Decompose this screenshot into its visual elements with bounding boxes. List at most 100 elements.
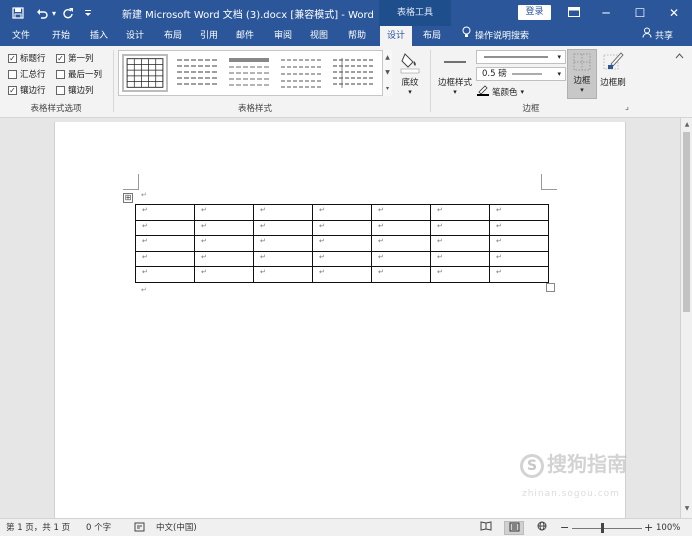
table-cell[interactable]: ↵ [489, 235, 549, 252]
last-column-checkbox[interactable]: 最后一列 [56, 68, 102, 80]
table-cell[interactable]: ↵ [135, 235, 195, 252]
word-count[interactable]: 0 个字 [86, 519, 111, 536]
table-cell[interactable]: ↵ [312, 219, 372, 236]
scroll-up-icon[interactable]: ▲ [681, 120, 692, 130]
table-cell[interactable]: ↵ [430, 235, 490, 252]
gallery-up-icon[interactable]: ▲ [385, 54, 390, 61]
tab-table-layout[interactable]: 布局 [416, 26, 448, 46]
zoom-level[interactable]: 100% [656, 519, 680, 536]
table-move-handle-icon[interactable]: ⊞ [123, 193, 133, 203]
language[interactable]: 中文(中国) [156, 519, 197, 536]
table-cell[interactable]: ↵ [430, 266, 490, 283]
scroll-down-icon[interactable]: ▼ [681, 504, 692, 514]
tab-table-design[interactable]: 设计 [380, 26, 412, 46]
vertical-scrollbar[interactable]: ▲ ▼ [680, 118, 692, 518]
table-resize-handle[interactable] [546, 283, 555, 292]
table-cell[interactable]: ↵ [312, 266, 372, 283]
zoom-out-button[interactable]: − [560, 519, 569, 536]
banded-rows-checkbox[interactable]: ✓ 镶边行 [8, 84, 46, 96]
ribbon-display-options-icon[interactable] [558, 0, 590, 26]
table-style-plain-3[interactable] [278, 54, 324, 92]
tab-mailings[interactable]: 邮件 [228, 26, 262, 46]
tab-home[interactable]: 开始 [44, 26, 78, 46]
proofing-icon[interactable] [134, 519, 146, 536]
collapse-ribbon-icon[interactable] [672, 52, 686, 61]
table-cell[interactable]: ↵ [489, 250, 549, 267]
gallery-scroll[interactable]: ▲ ▼ ▾ [382, 50, 392, 96]
table-cell[interactable]: ↵ [194, 250, 254, 267]
table-cell[interactable]: ↵ [430, 219, 490, 236]
table-cell[interactable]: ↵ [135, 219, 195, 236]
zoom-in-button[interactable]: + [644, 519, 653, 536]
tab-view[interactable]: 视图 [302, 26, 336, 46]
document-table[interactable]: ↵ ↵ ↵ ↵ ↵ ↵ ↵ ↵ ↵ ↵ ↵ ↵ ↵ ↵ ↵ ↵ ↵ ↵ ↵ ↵ ↵ ↵ ↵ ↵ ↵ ↵ ↵ ↵ ↵ ↵ ↵ ↵ ↵ ↵ ↵ [135, 204, 549, 283]
borders-dialog-launcher-icon[interactable]: ⌟ [622, 102, 632, 111]
read-mode-icon[interactable] [476, 521, 496, 535]
tab-design[interactable]: 设计 [118, 26, 152, 46]
table-cell[interactable]: ↵ [371, 266, 431, 283]
table-cell[interactable]: ↵ [253, 204, 313, 221]
table-cell[interactable]: ↵ [312, 204, 372, 221]
table-cell[interactable]: ↵ [489, 204, 549, 221]
table-cell[interactable]: ↵ [253, 235, 313, 252]
close-button[interactable]: ✕ [658, 0, 690, 26]
line-style-select[interactable]: ▾ [476, 50, 566, 64]
web-layout-icon[interactable] [532, 521, 552, 535]
table-cell[interactable]: ↵ [135, 250, 195, 267]
line-weight-select[interactable]: 0.5 磅 ▾ [476, 67, 566, 81]
table-cell[interactable]: ↵ [194, 204, 254, 221]
pen-color-button[interactable]: 笔颜色 ▾ [477, 85, 524, 99]
customize-quick-access-icon[interactable] [82, 0, 94, 26]
login-button[interactable]: 登录 [518, 5, 551, 20]
table-cell[interactable]: ↵ [194, 266, 254, 283]
total-row-checkbox[interactable]: 汇总行 [8, 68, 46, 80]
table-cell[interactable]: ↵ [194, 219, 254, 236]
undo-icon[interactable] [34, 0, 50, 26]
border-painter-button[interactable]: 边框刷 [598, 50, 628, 88]
borders-button[interactable]: 边框 ▾ [567, 49, 597, 99]
gallery-more-icon[interactable]: ▾ [386, 85, 389, 92]
table-cell[interactable]: ↵ [489, 266, 549, 283]
table-cell[interactable]: ↵ [194, 235, 254, 252]
tell-me-search[interactable]: 操作说明搜索 [462, 26, 529, 46]
save-icon[interactable] [8, 0, 28, 26]
tab-layout[interactable]: 布局 [156, 26, 190, 46]
banded-columns-checkbox[interactable]: 镶边列 [56, 84, 94, 96]
table-cell[interactable]: ↵ [489, 219, 549, 236]
tab-insert[interactable]: 插入 [82, 26, 116, 46]
tab-file[interactable]: 文件 [6, 26, 36, 46]
maximize-button[interactable]: ☐ [624, 0, 656, 26]
table-cell[interactable]: ↵ [312, 250, 372, 267]
table-cell[interactable]: ↵ [253, 250, 313, 267]
share-button[interactable]: 共享 [642, 26, 673, 46]
table-cell[interactable]: ↵ [253, 219, 313, 236]
scrollbar-thumb[interactable] [683, 132, 690, 312]
redo-icon[interactable] [60, 0, 76, 26]
table-cell[interactable]: ↵ [371, 204, 431, 221]
print-layout-icon[interactable] [504, 521, 524, 535]
table-cell[interactable]: ↵ [135, 266, 195, 283]
table-cell[interactable]: ↵ [135, 204, 195, 221]
table-cell[interactable]: ↵ [312, 235, 372, 252]
table-cell[interactable]: ↵ [430, 204, 490, 221]
minimize-button[interactable]: ─ [590, 0, 622, 26]
table-cell[interactable]: ↵ [371, 235, 431, 252]
table-style-plain-1[interactable] [174, 54, 220, 92]
table-style-grid[interactable] [122, 54, 168, 92]
table-cell[interactable]: ↵ [371, 219, 431, 236]
border-styles-button[interactable]: 边框样式 ▾ [434, 50, 476, 96]
tab-references[interactable]: 引用 [192, 26, 226, 46]
table-style-plain-4[interactable] [330, 54, 376, 92]
table-cell[interactable]: ↵ [430, 250, 490, 267]
tab-help[interactable]: 帮助 [340, 26, 374, 46]
undo-dropdown-icon[interactable]: ▾ [50, 0, 58, 26]
zoom-slider[interactable] [572, 528, 642, 529]
first-column-checkbox[interactable]: ✓ 第一列 [56, 52, 94, 64]
tab-review[interactable]: 审阅 [266, 26, 300, 46]
table-style-plain-2[interactable] [226, 54, 272, 92]
zoom-slider-thumb[interactable] [601, 523, 604, 533]
table-cell[interactable]: ↵ [371, 250, 431, 267]
table-cell[interactable]: ↵ [253, 266, 313, 283]
page-count[interactable]: 第 1 页，共 1 页 [6, 519, 70, 536]
header-row-checkbox[interactable]: ✓ 标题行 [8, 52, 46, 64]
